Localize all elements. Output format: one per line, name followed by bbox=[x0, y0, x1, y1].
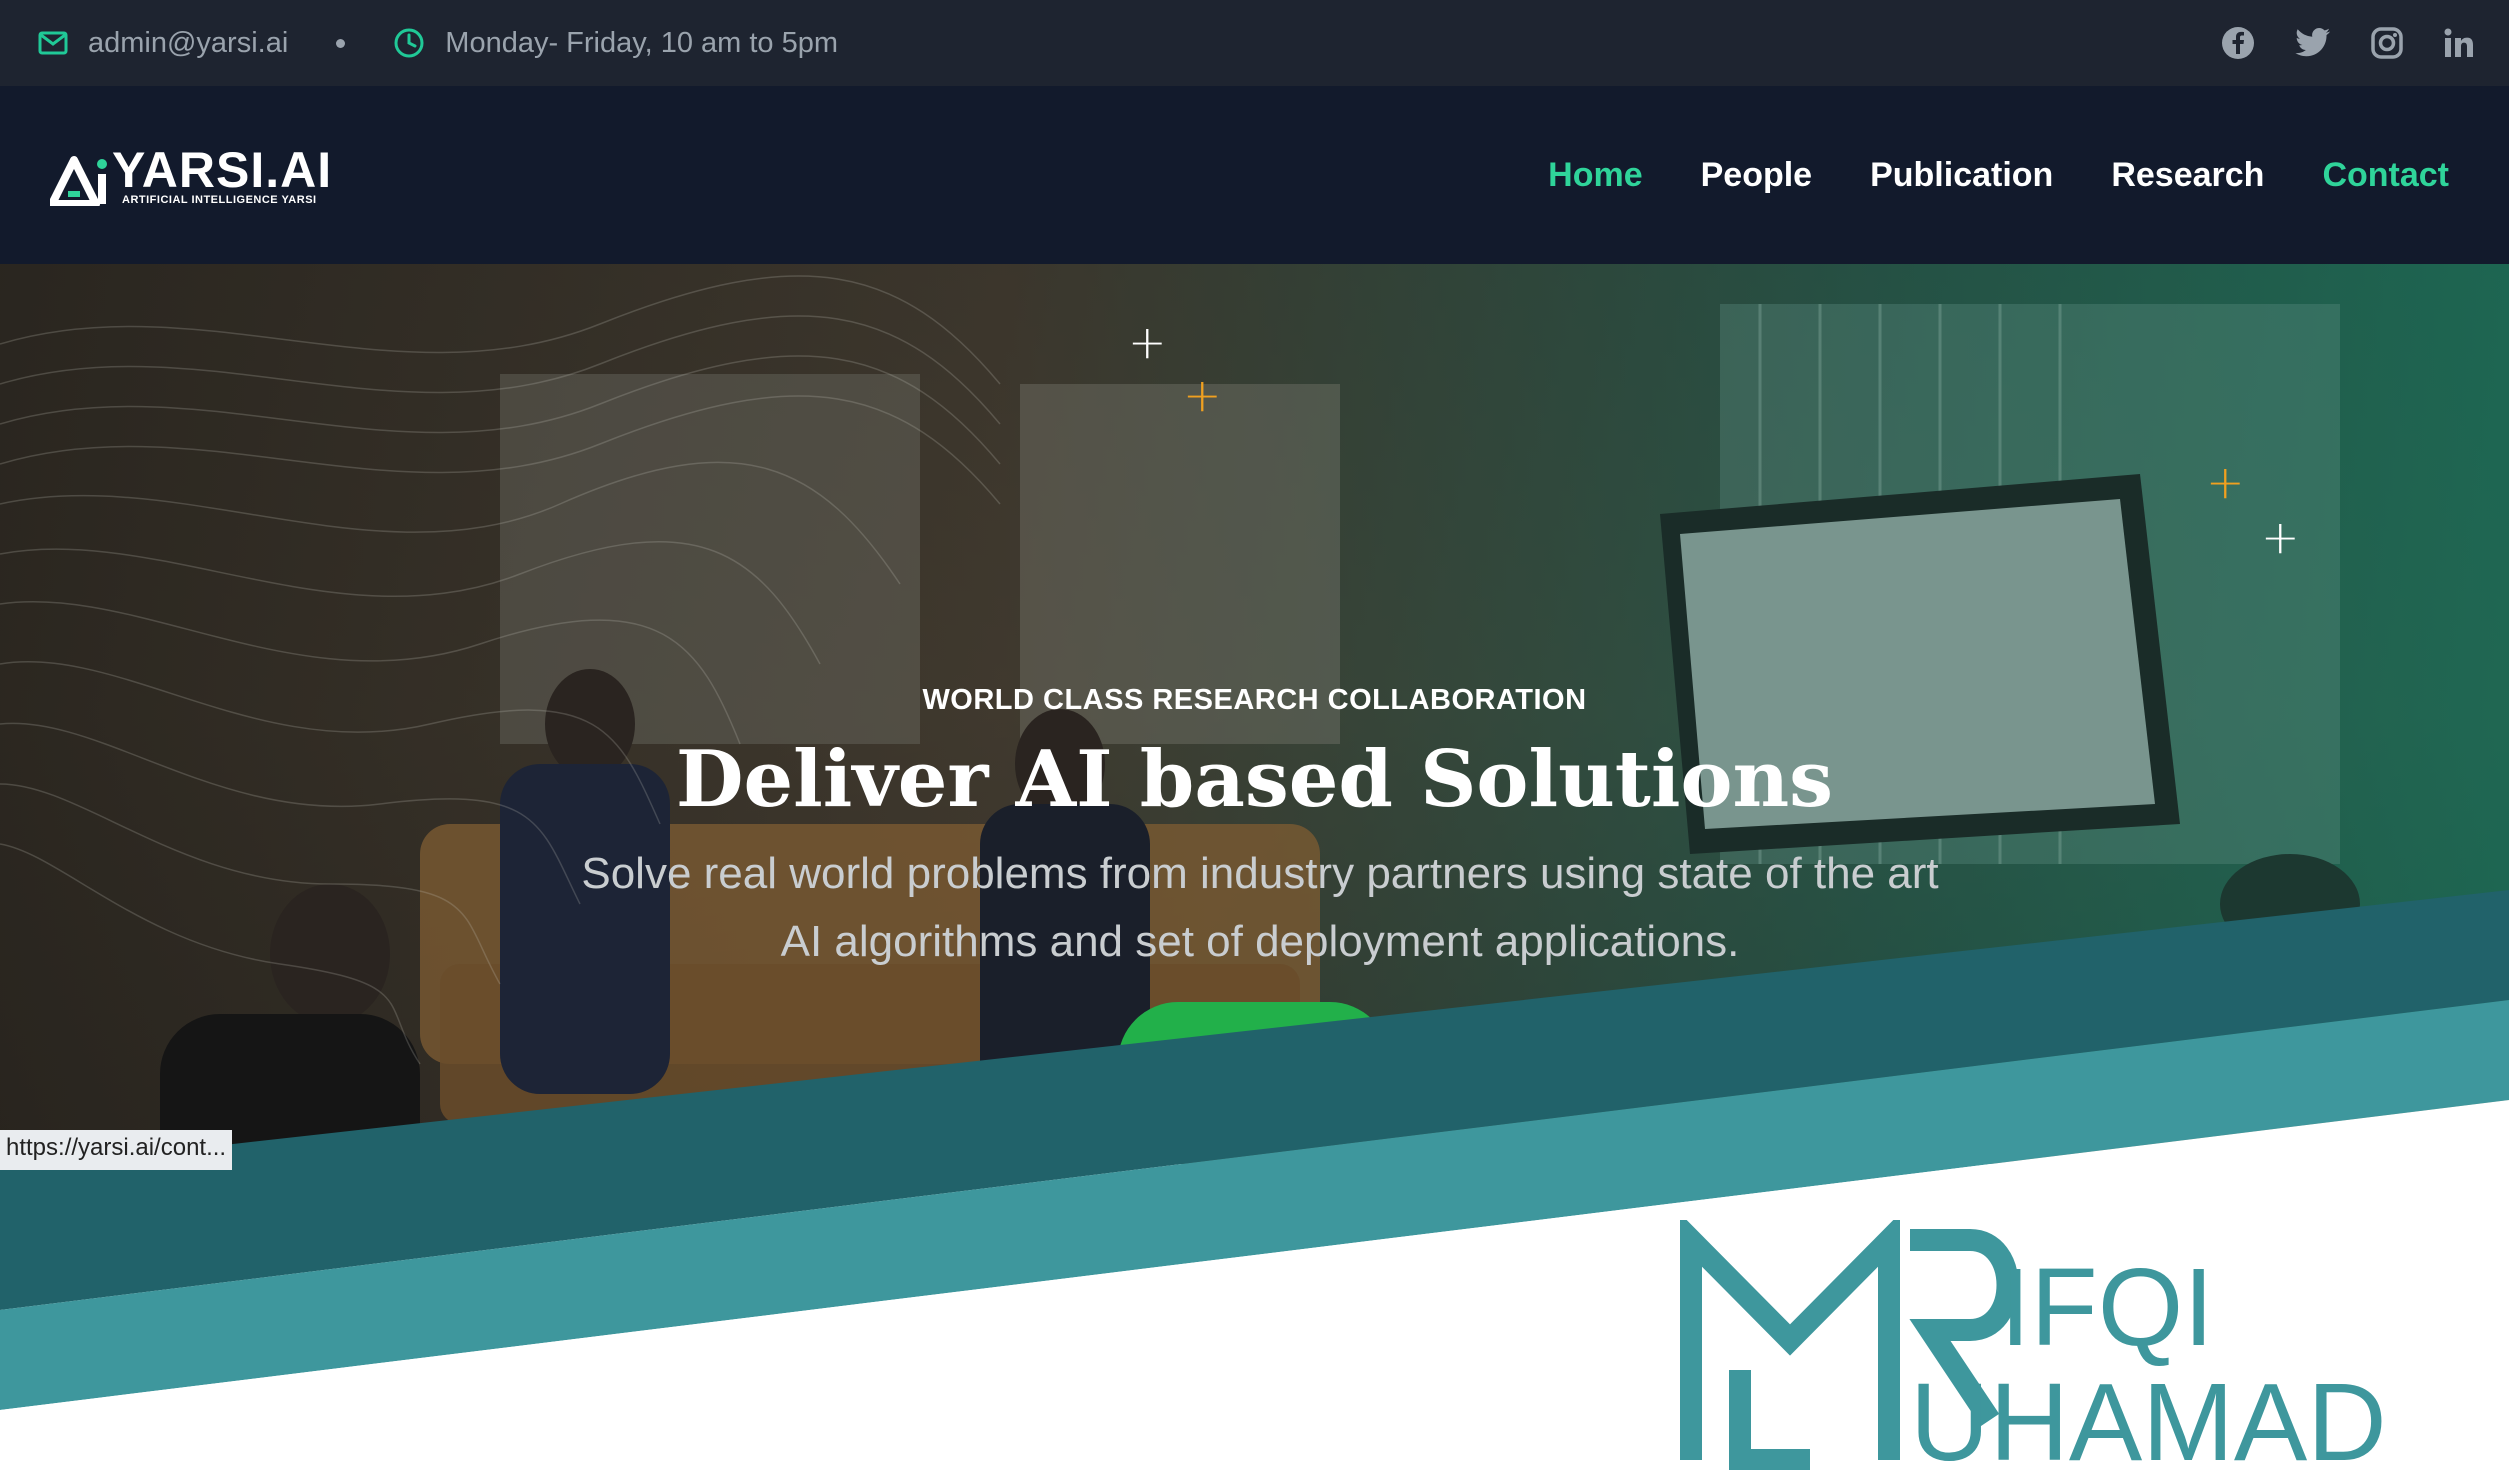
linkedin-icon[interactable] bbox=[2443, 27, 2475, 59]
nav-contact[interactable]: Contact bbox=[2322, 156, 2449, 195]
hero-section: + + + + WORLD CLASS RESEARCH COLLABORATI… bbox=[0, 264, 2509, 1164]
nav-home[interactable]: Home bbox=[1548, 156, 1642, 195]
nav-people[interactable]: People bbox=[1701, 156, 1812, 195]
plus-decoration-icon: + bbox=[1183, 368, 1222, 422]
site-logo[interactable]: YARSI.AI ARTIFICIAL INTELLIGENCE YARSI bbox=[50, 142, 333, 206]
plus-decoration-icon: + bbox=[2261, 510, 2300, 564]
email-contact[interactable]: admin@yarsi.ai bbox=[38, 27, 288, 60]
primary-nav: Home People Publication Research Contact bbox=[1548, 86, 2449, 264]
main-navbar: YARSI.AI ARTIFICIAL INTELLIGENCE YARSI H… bbox=[0, 86, 2509, 264]
plus-decoration-icon: + bbox=[2206, 455, 2245, 509]
brand-tagline: ARTIFICIAL INTELLIGENCE YARSI bbox=[122, 194, 317, 206]
email-text: admin@yarsi.ai bbox=[88, 26, 289, 59]
hero-description: Solve real world problems from industry … bbox=[581, 849, 1939, 966]
hours-text: Monday- Friday, 10 am to 5pm bbox=[445, 26, 839, 59]
office-hours: Monday- Friday, 10 am to 5pm bbox=[393, 27, 838, 60]
separator-dot bbox=[336, 38, 346, 48]
logo-mark-icon bbox=[50, 156, 107, 206]
hero-cta-button[interactable] bbox=[1118, 1002, 1390, 1122]
envelope-icon bbox=[38, 31, 68, 55]
hero-title: Deliver AI based Solutions bbox=[675, 734, 1834, 825]
clock-icon bbox=[393, 27, 425, 59]
facebook-icon[interactable] bbox=[2221, 26, 2255, 60]
watermark-logo: IFQI UHAMAD bbox=[1680, 1220, 2387, 1470]
watermark-line1: IFQI bbox=[2000, 1246, 2214, 1369]
nav-publication[interactable]: Publication bbox=[1870, 156, 2053, 195]
social-links bbox=[2221, 0, 2475, 86]
hero-eyebrow: WORLD CLASS RESEARCH COLLABORATION bbox=[922, 684, 1587, 716]
nav-research[interactable]: Research bbox=[2111, 156, 2264, 195]
twitter-icon[interactable] bbox=[2295, 28, 2331, 58]
top-info-bar: admin@yarsi.ai Monday- Friday, 10 am to … bbox=[0, 0, 2509, 86]
plus-decoration-icon: + bbox=[1128, 315, 1167, 369]
instagram-icon[interactable] bbox=[2371, 27, 2403, 59]
browser-status-url: https://yarsi.ai/cont... bbox=[0, 1130, 233, 1170]
brand-name: YARSI.AI bbox=[112, 142, 333, 198]
watermark-line2: UHAMAD bbox=[1910, 1361, 2387, 1470]
